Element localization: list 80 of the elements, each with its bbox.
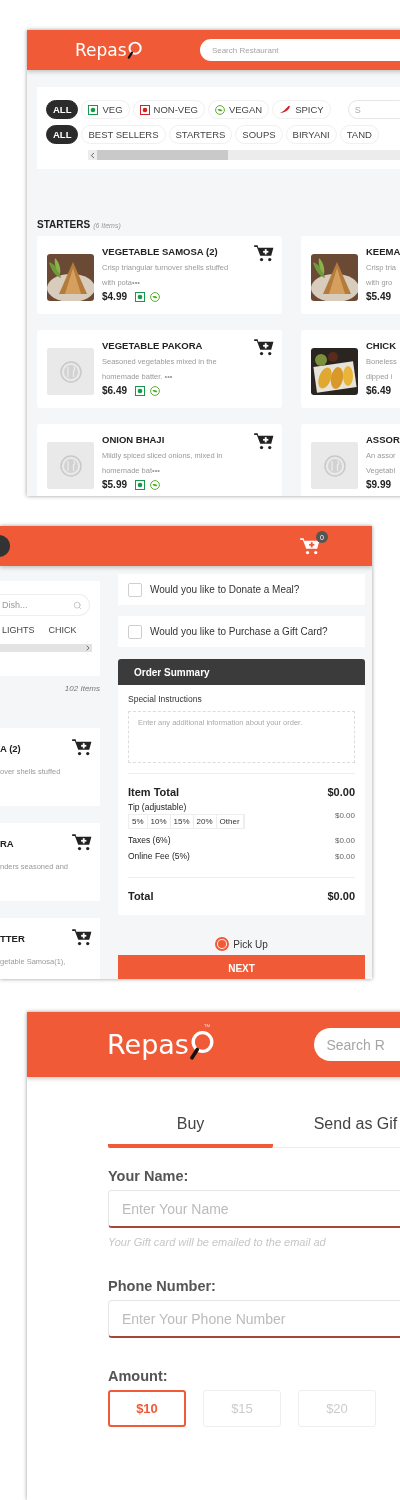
field-label: Amount: [108,1368,169,1384]
scroll-right-icon[interactable] [84,644,92,652]
summary-label: Online Fee (5%) [128,851,190,861]
tip-option[interactable]: Other [216,815,244,828]
summary-value: $0.00 [334,835,355,845]
summary-value: $0.00 [334,851,355,861]
cart-add-icon[interactable] [72,738,92,756]
search-icon [73,600,82,610]
instructions-label: Special Instructions [128,694,203,704]
filter-chip[interactable]: ALL [46,100,79,119]
category-tab[interactable]: BIRYANI [285,125,337,144]
magnifier-icon [188,1029,215,1060]
item-price: $9.99 [366,479,392,490]
cart-add-icon[interactable] [254,432,274,450]
tab[interactable]: Send as Gif [273,1115,400,1148]
leaf-icon [214,104,225,115]
category-tab[interactable]: BEST SELLERS [81,125,166,144]
category-tab[interactable]: CHICK [48,625,77,635]
option-label: Would you like to Donate a Meal? [150,584,300,595]
cart-add-icon[interactable] [72,928,92,946]
filter-chip[interactable]: VEG [81,100,130,119]
summary-value: $0.00 [327,786,355,798]
summary-label: Item Total [128,786,180,798]
magnifier-icon [126,41,142,59]
scroll-left-icon[interactable] [88,150,97,160]
checkbox[interactable] [128,624,142,639]
tip-option[interactable]: 20% [193,815,217,828]
placeholder-image [47,442,94,489]
category-tab[interactable]: LIGHTS [2,625,35,635]
logo: Repas [75,40,127,60]
cart-icon[interactable] [300,537,320,555]
item-name: TTER [0,932,25,944]
input-field[interactable]: Enter Your Name [108,1190,400,1228]
filter-chip[interactable]: VEGAN [207,100,270,119]
placeholder-image [47,348,94,395]
logo: Repas [107,1029,189,1060]
cart-add-icon[interactable] [72,833,92,851]
category-tab[interactable]: ALL [46,125,79,144]
field-label: Phone Number: [108,1278,217,1294]
tab[interactable]: Buy [108,1115,273,1148]
option-label: Would you like to Purchase a Gift Card? [150,626,328,637]
item-count: 102 Items [63,684,100,693]
item-price: $5.49 [366,291,392,302]
summary-value: $0.00 [327,890,355,902]
item-name: ONION BHAJI [102,434,166,445]
scrollbar-thumb[interactable] [97,150,228,160]
veg-icon [88,104,99,115]
tip-option[interactable]: 5% [129,815,148,828]
chili-icon [279,105,292,114]
filter-chip[interactable]: NON-VEG [132,100,205,119]
item-name: CHICK [366,340,398,351]
item-name: ASSOR [366,434,400,445]
cart-add-icon[interactable] [254,244,274,262]
radio-button[interactable] [215,937,230,951]
category-tab[interactable]: STARTERS [168,125,233,144]
non-veg-icon [139,104,150,115]
summary-label: Total [128,890,154,902]
item-price: $4.99 [102,291,128,302]
input-field[interactable]: Enter Your Phone Number [108,1300,400,1338]
summary-label: Tip (adjustable) [128,802,188,812]
category-tab[interactable]: TAND [339,125,379,144]
filter-chip[interactable]: SPICY [272,100,331,119]
item-name: RA [0,837,14,849]
cart-add-icon[interactable] [254,338,274,356]
item-name: VEGETABLE PAKORA [102,340,204,351]
item-price: $6.49 [366,385,392,396]
item-price: $6.49 [102,385,128,396]
radio-label: Pick Up [233,938,268,950]
placeholder-image [311,442,358,489]
checkbox[interactable] [128,582,142,597]
category-tab[interactable]: SOUPS [235,125,283,144]
item-name: KEEMA [366,246,400,257]
field-label: Your Name: [108,1168,190,1184]
item-name: A (2) [0,742,21,754]
summary-label: Taxes (6%) [128,835,171,845]
summary-header: Order Summary [118,659,365,685]
section-title: STARTERS [37,219,91,230]
item-price: $5.99 [102,479,128,490]
item-name: VEGETABLE SAMOSA (2) [102,246,219,257]
summary-value: $0.00 [334,811,355,820]
